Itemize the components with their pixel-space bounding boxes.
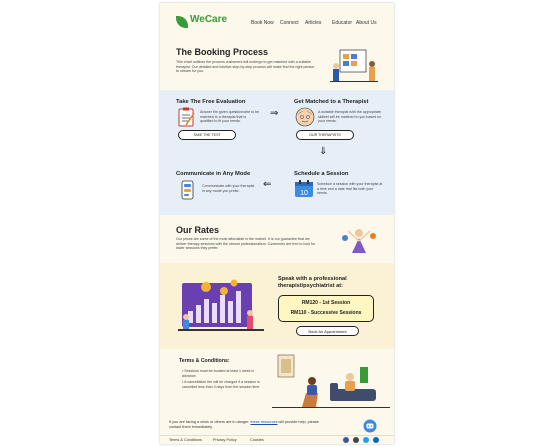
- footer-divider: [160, 435, 394, 436]
- terms-section: Terms & Conditions: • Sessions must be b…: [160, 349, 394, 415]
- terms-item: • Sessions must be booked at least 1 wee…: [182, 369, 255, 378]
- take-the-test-button[interactable]: TAKE THE TEST: [178, 130, 236, 140]
- leaf-logo-icon: [176, 16, 188, 28]
- nav-articles[interactable]: Articles: [305, 20, 321, 26]
- terms-item-text: Sessions must be booked at least 1 week …: [182, 369, 255, 378]
- terms-item-text: A cancellation fee will be charged if a …: [182, 380, 261, 389]
- therapy-session-illustration-icon: [272, 354, 390, 408]
- mobile-chat-icon: [181, 180, 194, 200]
- calendar-day: 10: [300, 190, 308, 197]
- nav-about-us[interactable]: About Us: [356, 20, 377, 26]
- step-match-title: Get Matched to a Therapist: [294, 99, 369, 105]
- instagram-icon[interactable]: [353, 437, 359, 443]
- step-communicate-title: Communicate in Any Mode: [176, 171, 251, 177]
- pricing-illustration-icon: [178, 279, 264, 331]
- booking-process-title: The Booking Process: [176, 47, 269, 57]
- step-evaluation-text: Answer the given questionnaire to be mat…: [200, 110, 260, 124]
- down-arrow-icon: ⇓: [319, 146, 328, 157]
- crisis-help-text: If you are facing a crisis or others are…: [169, 420, 331, 430]
- footer: If you are facing a crisis or others are…: [160, 415, 394, 444]
- price-box: RM120 - 1st Session RM110 - Successive S…: [278, 295, 374, 322]
- calendar-icon: 10: [295, 180, 313, 197]
- rates-illustration-icon: [342, 229, 376, 253]
- terms-title: Terms & Conditions:: [179, 358, 230, 364]
- crisis-resources-link[interactable]: these resources: [250, 420, 277, 424]
- promo-heading: Speak with a professional therapist/psyc…: [278, 276, 347, 289]
- chat-bot-icon[interactable]: [363, 419, 377, 433]
- step-communicate-text: Communicate with your therapist in any m…: [202, 184, 255, 193]
- twitter-icon[interactable]: [363, 437, 369, 443]
- footer-terms-link[interactable]: Terms & Conditions: [169, 438, 202, 442]
- booking-steps-section: Take The Free Evaluation Answer the give…: [160, 90, 394, 215]
- therapist-avatar-icon: [295, 107, 315, 127]
- promo-section: Speak with a professional therapist/psyc…: [160, 263, 394, 349]
- facebook-icon[interactable]: [343, 437, 349, 443]
- rates-section: Our Rates Our prices are some of the mos…: [160, 215, 394, 263]
- nav-connect[interactable]: Connect: [280, 20, 299, 26]
- brand-name[interactable]: WeCare: [190, 14, 227, 25]
- rates-text: Our prices are some of the most affordab…: [176, 237, 316, 251]
- clipboard-icon: [178, 107, 195, 127]
- crisis-help-prefix: If you are facing a crisis or others are…: [169, 420, 251, 424]
- booking-illustration-icon: [330, 49, 378, 82]
- book-appointment-button[interactable]: Book An Appointment: [296, 326, 359, 336]
- terms-list: • Sessions must be booked at least 1 wee…: [182, 369, 264, 389]
- step-evaluation-title: Take The Free Evaluation: [176, 99, 246, 105]
- terms-item: • A cancellation fee will be charged if …: [182, 380, 261, 389]
- page: WeCare Book Now Connect Articles Educato…: [160, 3, 394, 444]
- step-match-text: A suitable therapist with the appropriat…: [318, 110, 382, 124]
- our-therapists-button[interactable]: OUR THERAPISTS: [296, 130, 354, 140]
- booking-process-text: This chart outlines the process customer…: [176, 60, 315, 74]
- footer-cookies-link[interactable]: Cookies: [250, 438, 264, 442]
- step-schedule-text: Schedule a session with your therapist a…: [317, 182, 383, 196]
- left-arrow-icon: ⇐: [263, 179, 272, 190]
- footer-privacy-link[interactable]: Privacy Policy: [213, 438, 237, 442]
- rates-title: Our Rates: [176, 225, 220, 235]
- nav-book-now[interactable]: Book Now: [251, 20, 274, 26]
- nav-educator[interactable]: Educator: [332, 20, 352, 26]
- right-arrow-icon: ⇒: [270, 108, 279, 119]
- price-first-session: RM120 - 1st Session: [301, 300, 351, 306]
- header: WeCare Book Now Connect Articles Educato…: [160, 3, 394, 40]
- price-successive-sessions: RM110 - Successive Sessions: [290, 310, 362, 316]
- step-schedule-title: Schedule a Session: [294, 171, 349, 177]
- intro-section: The Booking Process This chart outlines …: [160, 40, 394, 90]
- linkedin-icon[interactable]: [373, 437, 379, 443]
